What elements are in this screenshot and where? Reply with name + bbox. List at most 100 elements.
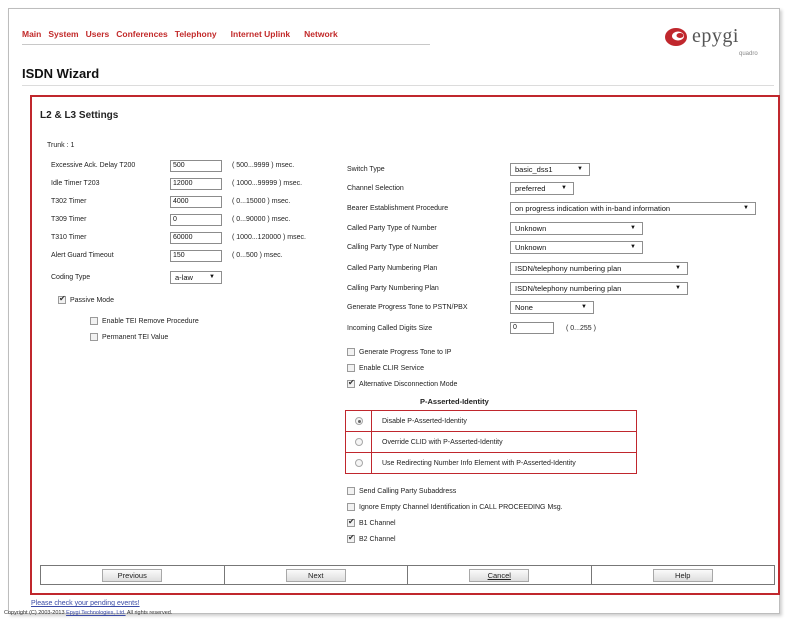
previous-button[interactable]: Previous — [102, 569, 163, 582]
clir-service-label: Enable CLIR Service — [359, 364, 424, 372]
nav-internet-uplink[interactable]: Internet Uplink — [231, 29, 291, 39]
radio-icon[interactable] — [355, 459, 363, 467]
logo-subtitle: quadro — [739, 51, 758, 57]
alt-disconnection-label: Alternative Disconnection Mode — [359, 380, 458, 388]
logo-wordmark: epygi — [692, 25, 739, 47]
t203-input[interactable]: 12000 — [170, 178, 222, 190]
chevron-down-icon: ▼ — [675, 285, 681, 291]
company-link[interactable]: Epygi Technologies, Ltd. — [66, 610, 126, 616]
nav-system[interactable]: System — [48, 29, 78, 39]
nav-main[interactable]: Main — [22, 29, 41, 39]
channel-selection-value: preferred — [515, 184, 546, 193]
page-title: ISDN Wizard — [22, 66, 100, 81]
t309-label: T309 Timer — [51, 216, 87, 223]
top-nav: Main System Users Conferences Telephony … — [22, 29, 345, 39]
progress-tone-ip-label: Generate Progress Tone to IP — [359, 348, 452, 356]
help-button[interactable]: Help — [652, 569, 713, 582]
calling-type-select[interactable]: Unknown ▼ — [510, 241, 643, 254]
permanent-tei-label: Permanent TEI Value — [102, 333, 169, 341]
bearer-procedure-select[interactable]: on progress indication with in-band info… — [510, 202, 756, 215]
radio-icon[interactable] — [355, 438, 363, 446]
alt-disconnection-checkbox[interactable]: Alternative Disconnection Mode — [347, 378, 458, 388]
checkbox-icon — [347, 517, 355, 527]
b2-channel-label: B2 Channel — [359, 535, 396, 543]
nav-divider — [22, 44, 430, 45]
t203-label: Idle Timer T203 — [51, 180, 100, 187]
b2-channel-checkbox[interactable]: B2 Channel — [347, 533, 396, 543]
passive-mode-label: Passive Mode — [70, 296, 114, 304]
switch-type-label: Switch Type — [347, 166, 385, 173]
cancel-button[interactable]: Cancel — [469, 569, 530, 582]
alert-guard-range: ( 0...500 ) msec. — [232, 252, 283, 259]
copyright: Copyright (C) 2003-2013 Epygi Technologi… — [4, 610, 172, 616]
coding-type-value: a-law — [175, 273, 193, 282]
calling-plan-select[interactable]: ISDN/telephony numbering plan ▼ — [510, 282, 688, 295]
channel-selection-select[interactable]: preferred ▼ — [510, 182, 574, 195]
radio-cell — [346, 432, 372, 452]
b1-channel-label: B1 Channel — [359, 519, 396, 527]
t200-input[interactable]: 500 — [170, 160, 222, 172]
incoming-digits-range: ( 0...255 ) — [566, 325, 596, 332]
called-plan-select[interactable]: ISDN/telephony numbering plan ▼ — [510, 262, 688, 275]
checkbox-icon — [90, 333, 98, 341]
calling-subaddress-checkbox[interactable]: Send Calling Party Subaddress — [347, 487, 456, 495]
progress-tone-pstn-value: None — [515, 303, 533, 312]
nav-telephony[interactable]: Telephony — [175, 29, 217, 39]
epygi-logo-icon — [665, 28, 687, 46]
copyright-text: Copyright (C) 2003-2013 — [4, 610, 67, 616]
calling-subaddress-label: Send Calling Party Subaddress — [359, 487, 457, 495]
incoming-digits-input[interactable]: 0 — [510, 322, 554, 334]
chevron-down-icon: ▼ — [630, 244, 636, 250]
nav-users[interactable]: Users — [86, 29, 110, 39]
p-asserted-option-redirecting[interactable]: Use Redirecting Number Info Element with… — [346, 453, 636, 474]
radio-cell — [346, 453, 372, 474]
b1-channel-checkbox[interactable]: B1 Channel — [347, 517, 396, 527]
t309-range: ( 0...90000 ) msec. — [232, 216, 291, 223]
progress-tone-ip-checkbox[interactable]: Generate Progress Tone to IP — [347, 348, 451, 356]
p-asserted-option-label: Override CLID with P-Asserted-Identity — [382, 439, 503, 446]
calling-type-value: Unknown — [515, 243, 547, 252]
t310-label: T310 Timer — [51, 234, 87, 241]
wizard-panel — [30, 95, 780, 595]
chevron-down-icon: ▼ — [630, 225, 636, 231]
nav-network[interactable]: Network — [304, 29, 338, 39]
called-type-label: Called Party Type of Number — [347, 225, 437, 232]
called-type-select[interactable]: Unknown ▼ — [510, 222, 643, 235]
button-cell: Previous — [41, 566, 225, 584]
progress-tone-pstn-label: Generate Progress Tone to PSTN/PBX — [347, 304, 468, 311]
p-asserted-option-label: Use Redirecting Number Info Element with… — [382, 460, 576, 467]
ignore-empty-channel-checkbox[interactable]: Ignore Empty Channel Identification in C… — [347, 503, 563, 511]
checkbox-icon — [58, 294, 66, 304]
trunk-label: Trunk : 1 — [47, 142, 75, 149]
next-button[interactable]: Next — [285, 569, 346, 582]
chevron-down-icon: ▼ — [577, 166, 583, 172]
clir-service-checkbox[interactable]: Enable CLIR Service — [347, 364, 424, 372]
enable-tei-remove-label: Enable TEI Remove Procedure — [102, 317, 199, 325]
alert-guard-label: Alert Guard Timeout — [51, 252, 114, 259]
cancel-button-label: Cancel — [487, 571, 511, 580]
copyright-suffix: All rights reserved. — [125, 610, 173, 616]
bearer-procedure-label: Bearer Establishment Procedure — [347, 205, 449, 212]
switch-type-select[interactable]: basic_dss1 ▼ — [510, 163, 590, 176]
pending-events-link[interactable]: Please check your pending events! — [31, 600, 140, 607]
p-asserted-option-disable[interactable]: Disable P-Asserted-Identity — [346, 411, 636, 432]
chevron-down-icon: ▼ — [209, 274, 215, 280]
radio-icon[interactable] — [355, 417, 363, 425]
called-type-value: Unknown — [515, 224, 547, 233]
calling-plan-value: ISDN/telephony numbering plan — [515, 284, 622, 293]
coding-type-select[interactable]: a-law ▼ — [170, 271, 222, 284]
nav-conferences[interactable]: Conferences — [116, 29, 168, 39]
progress-tone-pstn-select[interactable]: None ▼ — [510, 301, 594, 314]
passive-mode-checkbox[interactable]: Passive Mode — [58, 294, 114, 304]
p-asserted-option-override[interactable]: Override CLID with P-Asserted-Identity — [346, 432, 636, 453]
t302-input[interactable]: 4000 — [170, 196, 222, 208]
calling-type-label: Calling Party Type of Number — [347, 244, 439, 251]
enable-tei-remove-checkbox[interactable]: Enable TEI Remove Procedure — [90, 317, 199, 325]
t309-input[interactable]: 0 — [170, 214, 222, 226]
alert-guard-input[interactable]: 150 — [170, 250, 222, 262]
button-cell: Next — [225, 566, 408, 584]
wizard-button-bar: Previous Next Cancel Help — [40, 565, 775, 585]
permanent-tei-checkbox[interactable]: Permanent TEI Value — [90, 333, 168, 341]
t310-input[interactable]: 60000 — [170, 232, 222, 244]
t200-range: ( 500...9999 ) msec. — [232, 162, 295, 169]
